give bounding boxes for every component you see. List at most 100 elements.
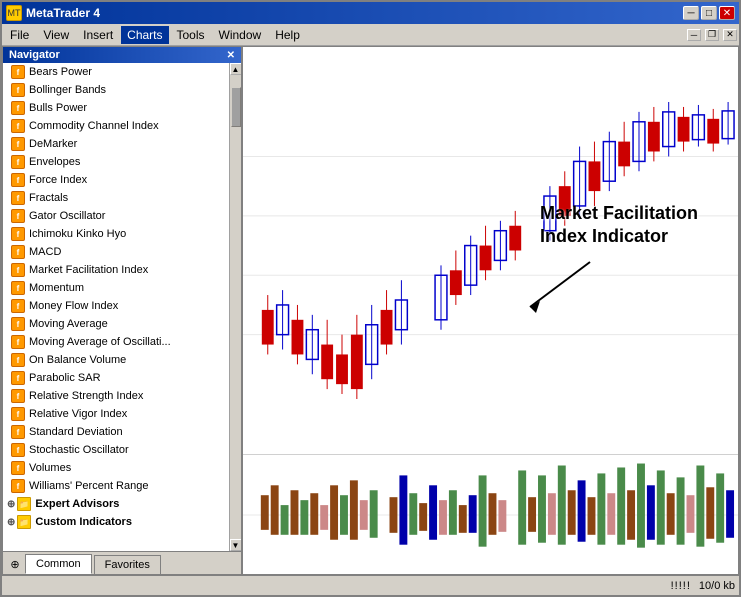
nav-section-expert-advisors[interactable]: ⊕ 📁 Expert Advisors [3, 495, 229, 513]
maximize-button[interactable]: □ [701, 6, 717, 20]
indicator-icon: f [11, 479, 25, 493]
list-item[interactable]: f Moving Average of Oscillati... [3, 333, 229, 351]
item-label: Standard Deviation [29, 426, 123, 438]
item-label: On Balance Volume [29, 354, 126, 366]
indicator-icon: f [11, 263, 25, 277]
indicator-chart[interactable] [243, 454, 738, 574]
nav-items-list: f Bears Power f Bollinger Bands f Bulls … [3, 63, 229, 531]
indicator-icon: f [11, 173, 25, 187]
item-label: Ichimoku Kinko Hyo [29, 228, 126, 240]
list-item[interactable]: f Commodity Channel Index [3, 117, 229, 135]
menu-charts[interactable]: Charts [121, 26, 168, 44]
list-item[interactable]: f Volumes [3, 459, 229, 477]
menu-insert[interactable]: Insert [77, 26, 119, 44]
indicator-icon: f [11, 353, 25, 367]
list-item[interactable]: f DeMarker [3, 135, 229, 153]
list-item[interactable]: f MACD [3, 243, 229, 261]
list-item[interactable]: f Force Index [3, 171, 229, 189]
list-item[interactable]: f Gator Oscillator [3, 207, 229, 225]
item-label: Market Facilitation Index [29, 264, 148, 276]
tab-favorites[interactable]: Favorites [94, 555, 161, 574]
list-item[interactable]: f Market Facilitation Index [3, 261, 229, 279]
content-area: Navigator ✕ f Bears Power f Bollinger Ba… [2, 46, 739, 575]
indicator-icon: f [11, 425, 25, 439]
inner-minimize[interactable]: ─ [687, 29, 701, 41]
navigator-close-button[interactable]: ✕ [227, 50, 235, 61]
list-item[interactable]: f Standard Deviation [3, 423, 229, 441]
list-item[interactable]: f Parabolic SAR [3, 369, 229, 387]
indicator-icon: f [11, 281, 25, 295]
menu-bar: File View Insert Charts Tools Window Hel… [2, 24, 739, 46]
list-item[interactable]: f On Balance Volume [3, 351, 229, 369]
scroll-up-button[interactable]: ▲ [230, 63, 242, 75]
item-label: Commodity Channel Index [29, 120, 159, 132]
menu-file[interactable]: File [4, 26, 35, 44]
menu-help[interactable]: Help [269, 26, 306, 44]
list-item[interactable]: f Fractals [3, 189, 229, 207]
item-label: DeMarker [29, 138, 77, 150]
indicator-icon: f [11, 245, 25, 259]
app-icon: MT [6, 5, 22, 21]
list-item[interactable]: f Stochastic Oscillator [3, 441, 229, 459]
item-label: Bollinger Bands [29, 84, 106, 96]
indicator-icon: f [11, 191, 25, 205]
inner-restore[interactable]: ❐ [705, 29, 719, 41]
menu-tools[interactable]: Tools [171, 26, 211, 44]
item-label: Bulls Power [29, 102, 87, 114]
indicator-icon: f [11, 299, 25, 313]
navigator-scrollbar[interactable]: ▲ ▼ [229, 63, 241, 551]
item-label: Parabolic SAR [29, 372, 101, 384]
indicator-icon: f [11, 119, 25, 133]
list-item[interactable]: f Momentum [3, 279, 229, 297]
item-label: Volumes [29, 462, 71, 474]
indicator-icon: f [11, 461, 25, 475]
list-item[interactable]: f Ichimoku Kinko Hyo [3, 225, 229, 243]
indicator-icon: f [11, 407, 25, 421]
item-label: Relative Strength Index [29, 390, 143, 402]
scrollbar-thumb[interactable] [231, 87, 241, 127]
indicator-icon: f [11, 137, 25, 151]
list-item[interactable]: f Relative Strength Index [3, 387, 229, 405]
item-label: Money Flow Index [29, 300, 118, 312]
indicator-icon: f [11, 155, 25, 169]
nav-section-custom-indicators[interactable]: ⊕ 📁 Custom Indicators [3, 513, 229, 531]
indicator-icon: f [11, 335, 25, 349]
list-item[interactable]: f Money Flow Index [3, 297, 229, 315]
indicator-icon: f [11, 443, 25, 457]
item-label: Fractals [29, 192, 68, 204]
candlestick-chart[interactable]: Market Facilitation Index Indicator [243, 47, 738, 454]
list-item[interactable]: f Bulls Power [3, 99, 229, 117]
item-label: Momentum [29, 282, 84, 294]
item-label: Williams' Percent Range [29, 480, 148, 492]
close-button[interactable]: ✕ [719, 6, 735, 20]
status-right: !!!!! 10/0 kb [671, 580, 735, 592]
item-label: Bears Power [29, 66, 92, 78]
list-item[interactable]: f Bollinger Bands [3, 81, 229, 99]
status-bar: !!!!! 10/0 kb [2, 575, 739, 595]
menu-view[interactable]: View [37, 26, 75, 44]
custom-indicators-folder-icon: 📁 [17, 515, 31, 529]
indicator-icon: f [11, 209, 25, 223]
item-label: Moving Average of Oscillati... [29, 336, 171, 348]
list-item[interactable]: f Williams' Percent Range [3, 477, 229, 495]
item-label: Envelopes [29, 156, 80, 168]
indicator-icon: f [11, 83, 25, 97]
item-label: MACD [29, 246, 61, 258]
inner-close[interactable]: ✕ [723, 29, 737, 41]
minimize-button[interactable]: ─ [683, 6, 699, 20]
list-item[interactable]: f Envelopes [3, 153, 229, 171]
scroll-down-button[interactable]: ▼ [230, 539, 242, 551]
item-label: Force Index [29, 174, 87, 186]
candlestick-svg [243, 47, 738, 454]
indicator-icon: f [11, 371, 25, 385]
chart-area: Market Facilitation Index Indicator [242, 46, 739, 575]
tab-common[interactable]: Common [25, 554, 92, 574]
navigator-inner: f Bears Power f Bollinger Bands f Bulls … [3, 63, 241, 551]
add-tab-button[interactable]: ⊕ [7, 556, 23, 572]
list-item[interactable]: f Bears Power [3, 63, 229, 81]
indicator-icon: f [11, 317, 25, 331]
list-item[interactable]: f Relative Vigor Index [3, 405, 229, 423]
menu-window[interactable]: Window [213, 26, 268, 44]
navigator-panel: Navigator ✕ f Bears Power f Bollinger Ba… [2, 46, 242, 575]
list-item[interactable]: f Moving Average [3, 315, 229, 333]
